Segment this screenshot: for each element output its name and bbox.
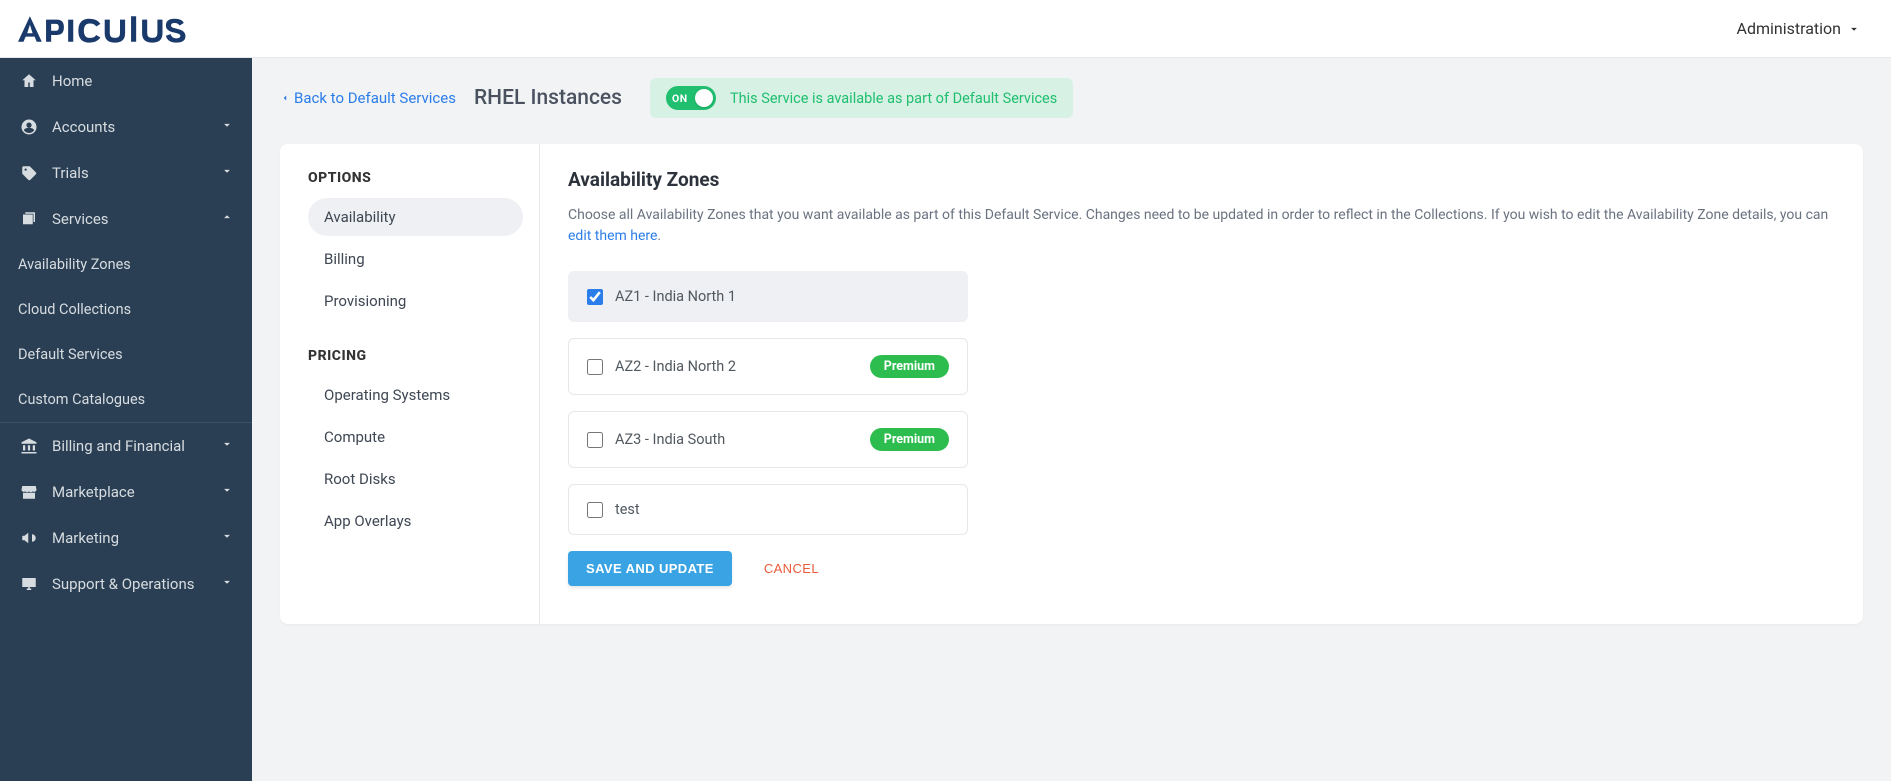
sidebar-item-marketplace[interactable]: Marketplace: [0, 469, 252, 515]
edit-zones-link[interactable]: edit them here: [568, 228, 657, 244]
chevron-down-icon: [220, 118, 234, 136]
premium-badge: Premium: [870, 428, 949, 451]
sidebar-item-label: Accounts: [52, 118, 115, 136]
service-toggle[interactable]: ON: [666, 86, 716, 110]
chevron-down-icon: [220, 529, 234, 547]
chevron-up-icon: [220, 210, 234, 228]
option-item-operating-systems[interactable]: Operating Systems: [308, 376, 523, 414]
brand-logo: [18, 12, 214, 46]
save-button[interactable]: SAVE AND UPDATE: [568, 551, 732, 586]
zone-checkbox[interactable]: [587, 289, 603, 305]
sidebar-subitem-cloud-collections[interactable]: Cloud Collections: [0, 287, 252, 332]
options-heading: OPTIONS: [308, 170, 523, 186]
zone-checkbox[interactable]: [587, 502, 603, 518]
sidebar-item-billing-and-financial[interactable]: Billing and Financial: [0, 423, 252, 469]
chevron-left-icon: [280, 91, 290, 105]
topbar: Administration: [0, 0, 1891, 58]
chevron-down-icon: [220, 164, 234, 182]
service-status-pill: ON This Service is available as part of …: [650, 78, 1073, 118]
chevron-down-icon: [220, 437, 234, 455]
premium-badge: Premium: [870, 355, 949, 378]
layers-icon: [18, 210, 40, 228]
zone-row[interactable]: AZ2 - India North 2 Premium: [568, 338, 968, 395]
sidebar-subitem-default-services[interactable]: Default Services: [0, 332, 252, 377]
sidebar-item-trials[interactable]: Trials: [0, 150, 252, 196]
sidebar-item-label: Trials: [52, 164, 89, 182]
description-suffix: .: [657, 228, 661, 244]
zone-label: AZ2 - India North 2: [615, 358, 736, 375]
sidebar-submenu: Availability ZonesCloud CollectionsDefau…: [0, 242, 252, 422]
option-item-availability[interactable]: Availability: [308, 198, 523, 236]
option-item-billing[interactable]: Billing: [308, 240, 523, 278]
zone-label: AZ3 - India South: [615, 431, 725, 448]
chevron-down-icon: [220, 483, 234, 501]
sidebar-subitem-availability-zones[interactable]: Availability Zones: [0, 242, 252, 287]
user-circle-icon: [18, 118, 40, 136]
back-link[interactable]: Back to Default Services: [280, 89, 456, 107]
zone-list: AZ1 - India North 1 AZ2 - India North 2 Pr…: [568, 271, 968, 535]
tags-icon: [18, 164, 40, 182]
option-item-provisioning[interactable]: Provisioning: [308, 282, 523, 320]
page-title: RHEL Instances: [474, 86, 622, 110]
zone-row[interactable]: test: [568, 484, 968, 535]
service-status-text: This Service is available as part of Def…: [730, 90, 1057, 107]
sidebar: Home Accounts Trials Services Availability Z…: [0, 58, 252, 781]
sidebar-item-home[interactable]: Home: [0, 58, 252, 104]
sidebar-subitem-custom-catalogues[interactable]: Custom Catalogues: [0, 377, 252, 422]
sidebar-item-services[interactable]: Services: [0, 196, 252, 242]
options-list: Availability Billing Provisioning: [308, 198, 523, 320]
caret-down-icon: [1847, 22, 1861, 36]
content-description: Choose all Availability Zones that you w…: [568, 205, 1835, 247]
zone-row[interactable]: AZ3 - India South Premium: [568, 411, 968, 468]
sidebar-item-label: Support & Operations: [52, 575, 195, 593]
apiculus-logo-icon: [18, 12, 214, 46]
zone-checkbox[interactable]: [587, 432, 603, 448]
option-item-app-overlays[interactable]: App Overlays: [308, 502, 523, 540]
pricing-heading: PRICING: [308, 348, 523, 364]
monitor-icon: [18, 575, 40, 593]
sidebar-item-marketing[interactable]: Marketing: [0, 515, 252, 561]
bullhorn-icon: [18, 529, 40, 547]
zone-label: test: [615, 501, 640, 518]
sidebar-item-support-operations[interactable]: Support & Operations: [0, 561, 252, 607]
back-link-label: Back to Default Services: [294, 89, 456, 107]
content-panel: Availability Zones Choose all Availabili…: [540, 144, 1863, 624]
page-header: Back to Default Services RHEL Instances …: [280, 78, 1863, 118]
administration-dropdown[interactable]: Administration: [1737, 19, 1862, 38]
sidebar-item-label: Billing and Financial: [52, 437, 185, 455]
description-text: Choose all Availability Zones that you w…: [568, 207, 1828, 223]
zone-row[interactable]: AZ1 - India North 1: [568, 271, 968, 322]
home-icon: [18, 72, 40, 90]
actions-row: SAVE AND UPDATE CANCEL: [568, 551, 1835, 586]
administration-label: Administration: [1737, 19, 1842, 38]
chevron-down-icon: [220, 575, 234, 593]
options-sidebar: OPTIONS AvailabilityBillingProvisioning …: [280, 144, 540, 624]
zone-checkbox[interactable]: [587, 359, 603, 375]
bank-icon: [18, 437, 40, 455]
store-icon: [18, 483, 40, 501]
content-heading: Availability Zones: [568, 168, 1835, 191]
sidebar-item-label: Marketplace: [52, 483, 135, 501]
option-item-root-disks[interactable]: Root Disks: [308, 460, 523, 498]
content-card: OPTIONS AvailabilityBillingProvisioning …: [280, 144, 1863, 624]
toggle-state-label: ON: [672, 92, 688, 105]
option-item-compute[interactable]: Compute: [308, 418, 523, 456]
main-content: Back to Default Services RHEL Instances …: [252, 58, 1891, 781]
zone-label: AZ1 - India North 1: [615, 288, 736, 305]
sidebar-item-label: Home: [52, 72, 92, 90]
cancel-button[interactable]: CANCEL: [764, 561, 819, 576]
sidebar-item-label: Marketing: [52, 529, 119, 547]
sidebar-item-label: Services: [52, 210, 109, 228]
pricing-list: Operating Systems Compute Root Disks App Ov…: [308, 376, 523, 540]
sidebar-item-accounts[interactable]: Accounts: [0, 104, 252, 150]
